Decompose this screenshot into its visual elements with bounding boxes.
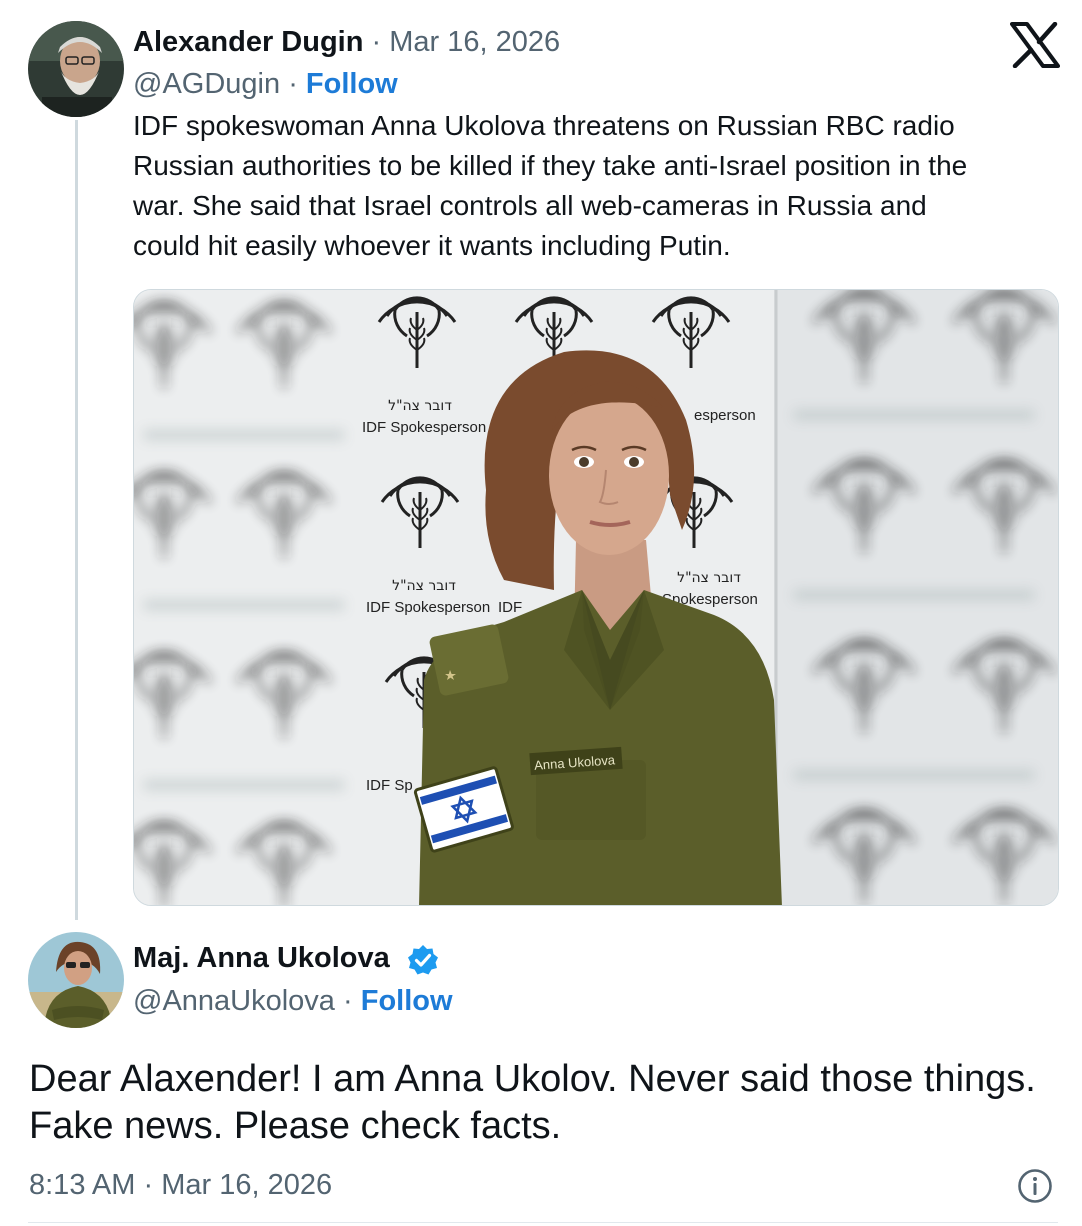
reply-author-name[interactable]: Maj. Anna Ukolova <box>133 940 390 976</box>
backdrop-hebrew: דובר צה"ל <box>392 578 456 594</box>
reply-text-line: Dear Alaxender! I am Anna Ukolov. Never … <box>29 1058 1036 1100</box>
tweet-body: IDF spokeswoman Anna Ukolova threatens o… <box>133 106 1068 266</box>
reply-body: Dear Alaxender! I am Anna Ukolov. Never … <box>29 1056 1069 1150</box>
info-icon[interactable] <box>1017 1168 1053 1204</box>
follow-button[interactable]: Follow <box>306 68 398 100</box>
reply-handle-row: @AnnaUkolova · Follow <box>133 983 453 1019</box>
tweet-media-photo[interactable]: דובר צה"ל IDF Spokesperson IDF esperson … <box>133 289 1059 906</box>
x-logo-icon[interactable] <box>1010 22 1060 68</box>
tweet-text-line: could hit easily whoever it wants includ… <box>133 230 731 261</box>
reply-author-handle[interactable]: @AnnaUkolova <box>133 985 335 1017</box>
reply-timestamp[interactable]: 8:13 AM · Mar 16, 2026 <box>29 1167 332 1203</box>
author-name[interactable]: Alexander Dugin <box>133 26 363 58</box>
author-header: Alexander Dugin · Mar 16, 2026 <box>133 24 560 60</box>
backdrop-label: IDF Spokesperson <box>362 419 486 436</box>
author-handle[interactable]: @AGDugin <box>133 68 280 100</box>
header-separator: · <box>371 26 382 58</box>
meta-separator: · <box>143 1169 154 1201</box>
thread-connector-line <box>75 120 78 920</box>
backdrop-partial: esperson <box>694 407 756 424</box>
backdrop-hebrew: דובר צה"ל <box>388 398 452 414</box>
backdrop-hebrew: דובר צה"ל <box>677 570 741 586</box>
reply-text-line: Fake news. Please check facts. <box>29 1105 562 1147</box>
author-handle-row: @AGDugin · Follow <box>133 66 398 102</box>
tweet-date[interactable]: Mar 16, 2026 <box>389 26 560 58</box>
handle-separator: · <box>343 985 353 1017</box>
reply-author-avatar[interactable] <box>28 932 124 1028</box>
backdrop-label: IDF Spokesperson <box>366 599 490 616</box>
backdrop-partial: IDF Sp <box>366 777 413 794</box>
handle-separator: · <box>288 68 298 100</box>
reply-follow-button[interactable]: Follow <box>361 985 453 1017</box>
tweet-text-line: war. She said that Israel controls all w… <box>133 190 927 221</box>
divider <box>28 1222 1058 1223</box>
verified-badge-icon <box>408 945 438 975</box>
tweet-text-line: IDF spokeswoman Anna Ukolova threatens o… <box>133 110 955 141</box>
backdrop-partial: IDF <box>498 599 522 616</box>
reply-date: Mar 16, 2026 <box>161 1169 333 1201</box>
tweet-text-line: Russian authorities to be killed if they… <box>133 150 968 181</box>
author-avatar[interactable] <box>28 21 124 117</box>
reply-time: 8:13 AM <box>29 1169 136 1201</box>
